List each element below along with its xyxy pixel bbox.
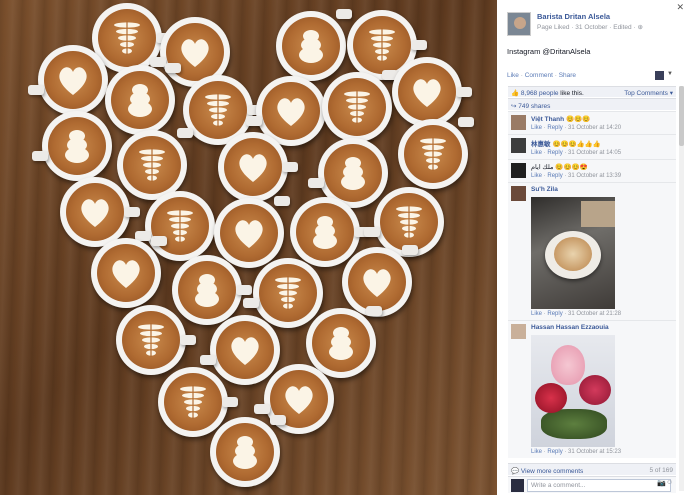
commenter-avatar[interactable] (511, 324, 526, 339)
comment-meta: Like · Reply · 31 October at 21:28 (531, 311, 622, 317)
comment-like-link[interactable]: Like (531, 125, 542, 131)
comment-text: 😊😊😊👍👍👍 (552, 141, 602, 148)
emoji-icon[interactable]: ☺ (666, 479, 673, 486)
comment-like-link[interactable]: Like (531, 311, 542, 317)
close-icon[interactable]: ✕ (676, 2, 684, 13)
post-header: Barista Dritan Alsela Page Liked · 31 Oc… (507, 12, 643, 36)
camera-icon[interactable]: 📷 (657, 479, 666, 487)
latte-cup (214, 196, 290, 268)
comment-reply-link[interactable]: Reply (547, 449, 562, 455)
latte-cup (322, 70, 398, 142)
latte-cup (218, 132, 298, 202)
sidebar-scrollbar[interactable] (679, 86, 684, 491)
commenter-avatar[interactable] (511, 115, 526, 130)
photo-viewer (0, 0, 497, 495)
comment-input[interactable]: Write a comment... (527, 479, 671, 492)
latte-cup (306, 306, 382, 378)
latte-cup (60, 177, 140, 247)
comment-meta: Like · Reply · 31 October at 14:05 (531, 150, 622, 156)
comment-reply-link[interactable]: Reply (547, 125, 562, 131)
view-more-comments-link[interactable]: View more comments (521, 468, 583, 475)
comment-like-link[interactable]: Like (531, 150, 542, 156)
latte-cup (105, 63, 181, 135)
comment-meta: Like · Reply · 31 October at 13:39 (531, 173, 622, 179)
latte-cup (392, 57, 472, 127)
latte-cup (172, 255, 252, 325)
latte-cup (117, 128, 193, 200)
page-avatar[interactable] (507, 12, 531, 36)
post-meta: Page Liked · 31 October · Edited · ⊕ (537, 24, 643, 31)
likes-bar: 👍 8,968 people like this. Top Comments ▾ (508, 86, 676, 97)
latte-cup (210, 415, 286, 487)
user-avatar (511, 479, 524, 492)
comment-like-link[interactable]: Like (531, 449, 542, 455)
comment-meta: Like · Reply · 31 October at 15:23 (531, 449, 622, 455)
comment-link[interactable]: Comment (525, 72, 553, 79)
shares-bar: ↪ 749 shares (508, 98, 676, 110)
commenter-name[interactable]: Việt Thanh (531, 116, 564, 123)
comment-reply-link[interactable]: Reply (547, 173, 562, 179)
commenter-avatar[interactable] (511, 186, 526, 201)
post-actions: Like · Comment · Share (507, 72, 577, 79)
comment-photo[interactable] (531, 335, 615, 447)
latte-cup (91, 236, 167, 308)
acting-as-avatar[interactable] (655, 71, 664, 80)
comment-item: Việt Thanh 😊😊😊 Like · Reply · 31 October… (508, 111, 676, 134)
share-icon: ↪ (511, 103, 517, 110)
chevron-down-icon[interactable]: ▼ (667, 71, 673, 77)
commenter-name[interactable]: Su'h Zila (531, 186, 673, 193)
comment-item: ملك ايام 😊😊😊😍 Like · Reply · 31 October … (508, 159, 676, 182)
comments-list: Việt Thanh 😊😊😊 Like · Reply · 31 October… (508, 111, 676, 458)
comment-item: Hassan Hassan Ezzaouia Like · Reply · 31… (508, 320, 676, 458)
comments-count: 5 of 169 (649, 467, 674, 474)
shares-count-link[interactable]: 749 shares (518, 103, 550, 110)
comment-meta: Like · Reply · 31 October at 14:20 (531, 125, 622, 131)
comment-item: 林惠敏 😊😊😊👍👍👍 Like · Reply · 31 October at … (508, 134, 676, 159)
commenter-name[interactable]: 林惠敏 (531, 141, 551, 148)
thumbs-up-icon: 👍 (511, 90, 520, 97)
likes-count-link[interactable]: 8,968 people (521, 90, 559, 97)
latte-cup (135, 191, 215, 261)
comment-item: Su'h Zila Like · Reply · 31 October at 2… (508, 182, 676, 320)
comment-photo[interactable] (531, 197, 615, 309)
comment-like-link[interactable]: Like (531, 173, 542, 179)
post-caption: Instagram @DritanAlsela (507, 47, 591, 56)
globe-icon: ⊕ (637, 24, 643, 31)
top-comments-dropdown[interactable]: Top Comments ▾ (624, 89, 673, 97)
latte-cup (158, 367, 238, 437)
commenter-avatar[interactable] (511, 138, 526, 153)
comment-reply-link[interactable]: Reply (547, 311, 562, 317)
share-link[interactable]: Share (559, 72, 576, 79)
latte-cup (200, 315, 280, 385)
comment-reply-link[interactable]: Reply (547, 150, 562, 156)
comment-bubble-icon: 💬 (511, 468, 520, 475)
view-more-bar: 💬 View more comments 5 of 169 (508, 463, 676, 475)
commenter-avatar[interactable] (511, 163, 526, 178)
latte-cup (290, 197, 370, 267)
latte-cup (398, 117, 474, 189)
latte-cup (276, 9, 352, 81)
comment-text: 😊😊😊 (566, 116, 591, 123)
commenter-name[interactable]: Hassan Hassan Ezzaouia (531, 324, 673, 331)
latte-cup (32, 111, 112, 181)
write-comment-bar: Write a comment... 📷 ☺ (508, 476, 676, 493)
latte-cup (243, 258, 323, 328)
comment-text: ملك ايام 😊😊😊😍 (531, 164, 588, 171)
scrollbar-thumb[interactable] (679, 86, 684, 146)
like-link[interactable]: Like (507, 72, 519, 79)
latte-cup (116, 305, 196, 375)
latte-cup (28, 45, 108, 115)
page-name-link[interactable]: Barista Dritan Alsela (537, 12, 643, 21)
